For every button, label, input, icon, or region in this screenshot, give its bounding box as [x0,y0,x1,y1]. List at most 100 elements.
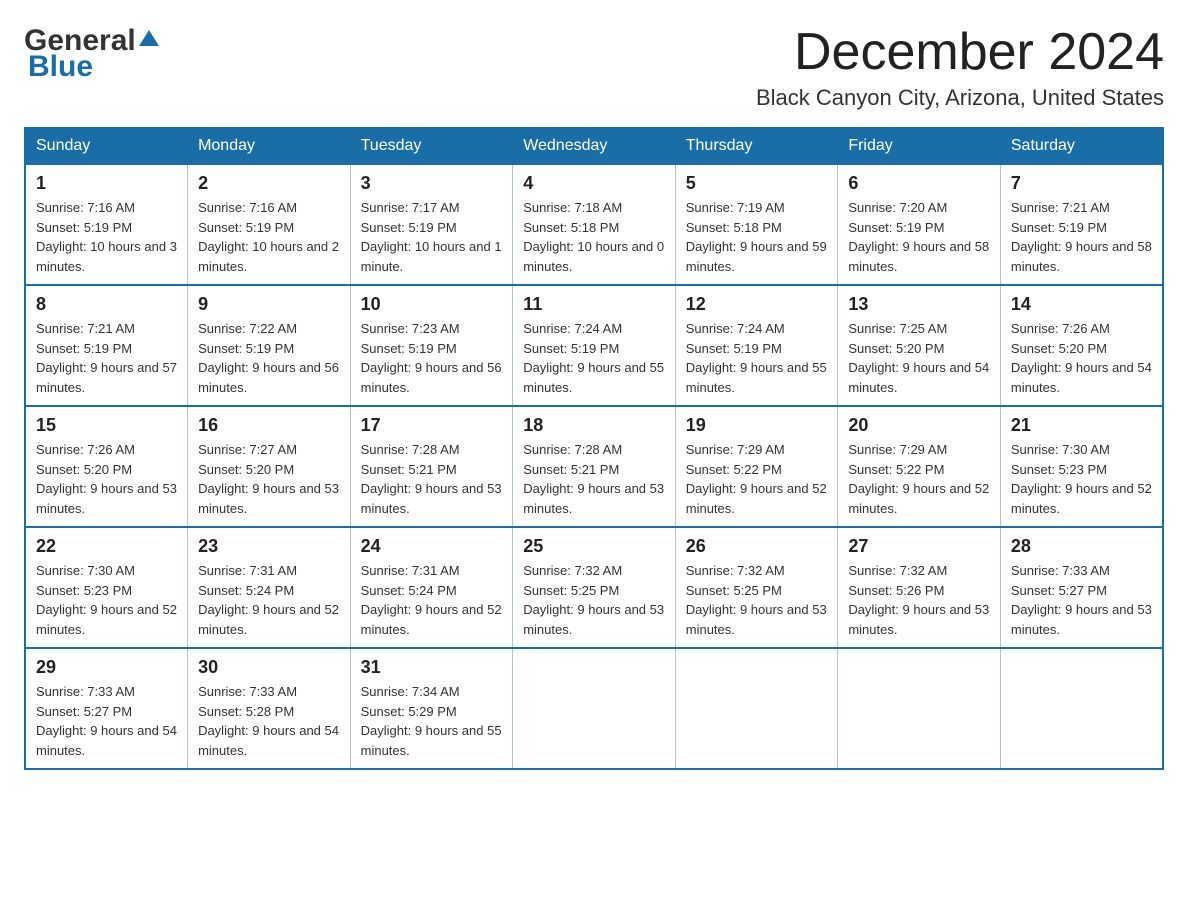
day-number: 28 [1011,536,1152,557]
day-number: 9 [198,294,340,315]
day-number: 19 [686,415,828,436]
day-info: Sunrise: 7:25 AMSunset: 5:20 PMDaylight:… [848,319,990,397]
calendar-cell: 11 Sunrise: 7:24 AMSunset: 5:19 PMDayligh… [513,285,676,406]
day-info: Sunrise: 7:32 AMSunset: 5:25 PMDaylight:… [686,561,828,639]
day-info: Sunrise: 7:33 AMSunset: 5:28 PMDaylight:… [198,682,340,760]
calendar-cell: 10 Sunrise: 7:23 AMSunset: 5:19 PMDayligh… [350,285,513,406]
calendar-cell: 27Sunrise: 7:32 AMSunset: 5:26 PMDayligh… [838,527,1001,648]
day-info: Sunrise: 7:23 AMSunset: 5:19 PMDaylight:… [361,319,503,397]
day-info: Sunrise: 7:31 AMSunset: 5:24 PMDaylight:… [198,561,340,639]
day-info: Sunrise: 7:16 AMSunset: 5:19 PMDaylight:… [36,198,177,276]
day-number: 30 [198,657,340,678]
weekday-header-sunday: Sunday [25,128,188,164]
calendar-cell: 1 Sunrise: 7:16 AMSunset: 5:19 PMDaylight… [25,164,188,285]
calendar-week-row: 15 Sunrise: 7:26 AMSunset: 5:20 PMDayligh… [25,406,1163,527]
day-number: 13 [848,294,990,315]
day-number: 22 [36,536,177,557]
title-section: December 2024 Black Canyon City, Arizona… [756,24,1164,111]
calendar-cell: 9Sunrise: 7:22 AMSunset: 5:19 PMDaylight… [188,285,351,406]
day-info: Sunrise: 7:31 AMSunset: 5:24 PMDaylight:… [361,561,503,639]
day-number: 15 [36,415,177,436]
calendar-cell: 20Sunrise: 7:29 AMSunset: 5:22 PMDayligh… [838,406,1001,527]
calendar-cell: 28Sunrise: 7:33 AMSunset: 5:27 PMDayligh… [1000,527,1163,648]
calendar-cell [838,648,1001,769]
day-info: Sunrise: 7:21 AMSunset: 5:19 PMDaylight:… [36,319,177,397]
calendar-cell: 2 Sunrise: 7:16 AMSunset: 5:19 PMDaylight… [188,164,351,285]
day-info: Sunrise: 7:32 AMSunset: 5:25 PMDaylight:… [523,561,665,639]
day-info: Sunrise: 7:16 AMSunset: 5:19 PMDaylight:… [198,198,340,276]
location-title: Black Canyon City, Arizona, United State… [756,85,1164,111]
logo-blue: Blue [24,50,93,84]
calendar-cell: 7 Sunrise: 7:21 AMSunset: 5:19 PMDaylight… [1000,164,1163,285]
calendar-cell: 23Sunrise: 7:31 AMSunset: 5:24 PMDayligh… [188,527,351,648]
calendar-cell: 12Sunrise: 7:24 AMSunset: 5:19 PMDayligh… [675,285,838,406]
day-info: Sunrise: 7:24 AMSunset: 5:19 PMDaylight:… [523,319,665,397]
calendar-cell [513,648,676,769]
logo: General Blue [24,24,160,84]
day-number: 6 [848,173,990,194]
day-number: 4 [523,173,665,194]
calendar-week-row: 29 Sunrise: 7:33 AMSunset: 5:27 PMDayligh… [25,648,1163,769]
day-number: 26 [686,536,828,557]
day-number: 11 [523,294,665,315]
calendar-cell: 29 Sunrise: 7:33 AMSunset: 5:27 PMDayligh… [25,648,188,769]
day-info: Sunrise: 7:34 AMSunset: 5:29 PMDaylight:… [361,682,503,760]
day-number: 10 [361,294,503,315]
day-number: 1 [36,173,177,194]
day-number: 31 [361,657,503,678]
month-title: December 2024 [756,24,1164,81]
calendar-cell: 3 Sunrise: 7:17 AMSunset: 5:19 PMDaylight… [350,164,513,285]
day-info: Sunrise: 7:26 AMSunset: 5:20 PMDaylight:… [36,440,177,518]
calendar-cell: 24 Sunrise: 7:31 AMSunset: 5:24 PMDayligh… [350,527,513,648]
calendar-cell: 30 Sunrise: 7:33 AMSunset: 5:28 PMDayligh… [188,648,351,769]
page-header: General Blue December 2024 Black Canyon … [24,24,1164,111]
calendar-week-row: 1 Sunrise: 7:16 AMSunset: 5:19 PMDaylight… [25,164,1163,285]
calendar-cell: 14Sunrise: 7:26 AMSunset: 5:20 PMDayligh… [1000,285,1163,406]
day-info: Sunrise: 7:21 AMSunset: 5:19 PMDaylight:… [1011,198,1152,276]
weekday-header-saturday: Saturday [1000,128,1163,164]
calendar-cell: 19 Sunrise: 7:29 AMSunset: 5:22 PMDayligh… [675,406,838,527]
calendar-cell: 25Sunrise: 7:32 AMSunset: 5:25 PMDayligh… [513,527,676,648]
day-number: 14 [1011,294,1152,315]
weekday-header-friday: Friday [838,128,1001,164]
day-number: 16 [198,415,340,436]
calendar-cell [1000,648,1163,769]
weekday-header-thursday: Thursday [675,128,838,164]
calendar-week-row: 22Sunrise: 7:30 AMSunset: 5:23 PMDayligh… [25,527,1163,648]
day-info: Sunrise: 7:32 AMSunset: 5:26 PMDaylight:… [848,561,990,639]
weekday-header-monday: Monday [188,128,351,164]
calendar-cell: 18 Sunrise: 7:28 AMSunset: 5:21 PMDayligh… [513,406,676,527]
day-info: Sunrise: 7:27 AMSunset: 5:20 PMDaylight:… [198,440,340,518]
calendar-cell: 15 Sunrise: 7:26 AMSunset: 5:20 PMDayligh… [25,406,188,527]
day-number: 20 [848,415,990,436]
day-number: 29 [36,657,177,678]
calendar-week-row: 8Sunrise: 7:21 AMSunset: 5:19 PMDaylight… [25,285,1163,406]
calendar-cell: 16 Sunrise: 7:27 AMSunset: 5:20 PMDayligh… [188,406,351,527]
day-info: Sunrise: 7:20 AMSunset: 5:19 PMDaylight:… [848,198,990,276]
day-number: 18 [523,415,665,436]
day-info: Sunrise: 7:33 AMSunset: 5:27 PMDaylight:… [36,682,177,760]
calendar-table: SundayMondayTuesdayWednesdayThursdayFrid… [24,127,1164,770]
calendar-cell: 21Sunrise: 7:30 AMSunset: 5:23 PMDayligh… [1000,406,1163,527]
calendar-cell [675,648,838,769]
day-number: 2 [198,173,340,194]
day-info: Sunrise: 7:17 AMSunset: 5:19 PMDaylight:… [361,198,503,276]
calendar-cell: 13 Sunrise: 7:25 AMSunset: 5:20 PMDayligh… [838,285,1001,406]
day-number: 5 [686,173,828,194]
logo-triangle-icon [138,28,160,50]
weekday-header-row: SundayMondayTuesdayWednesdayThursdayFrid… [25,128,1163,164]
day-info: Sunrise: 7:24 AMSunset: 5:19 PMDaylight:… [686,319,828,397]
day-number: 7 [1011,173,1152,194]
day-number: 24 [361,536,503,557]
day-info: Sunrise: 7:28 AMSunset: 5:21 PMDaylight:… [523,440,665,518]
day-info: Sunrise: 7:18 AMSunset: 5:18 PMDaylight:… [523,198,665,276]
day-info: Sunrise: 7:29 AMSunset: 5:22 PMDaylight:… [686,440,828,518]
day-info: Sunrise: 7:19 AMSunset: 5:18 PMDaylight:… [686,198,828,276]
day-info: Sunrise: 7:30 AMSunset: 5:23 PMDaylight:… [1011,440,1152,518]
day-number: 3 [361,173,503,194]
calendar-cell: 5 Sunrise: 7:19 AMSunset: 5:18 PMDaylight… [675,164,838,285]
calendar-cell: 22Sunrise: 7:30 AMSunset: 5:23 PMDayligh… [25,527,188,648]
calendar-cell: 8Sunrise: 7:21 AMSunset: 5:19 PMDaylight… [25,285,188,406]
weekday-header-tuesday: Tuesday [350,128,513,164]
calendar-cell: 26 Sunrise: 7:32 AMSunset: 5:25 PMDayligh… [675,527,838,648]
